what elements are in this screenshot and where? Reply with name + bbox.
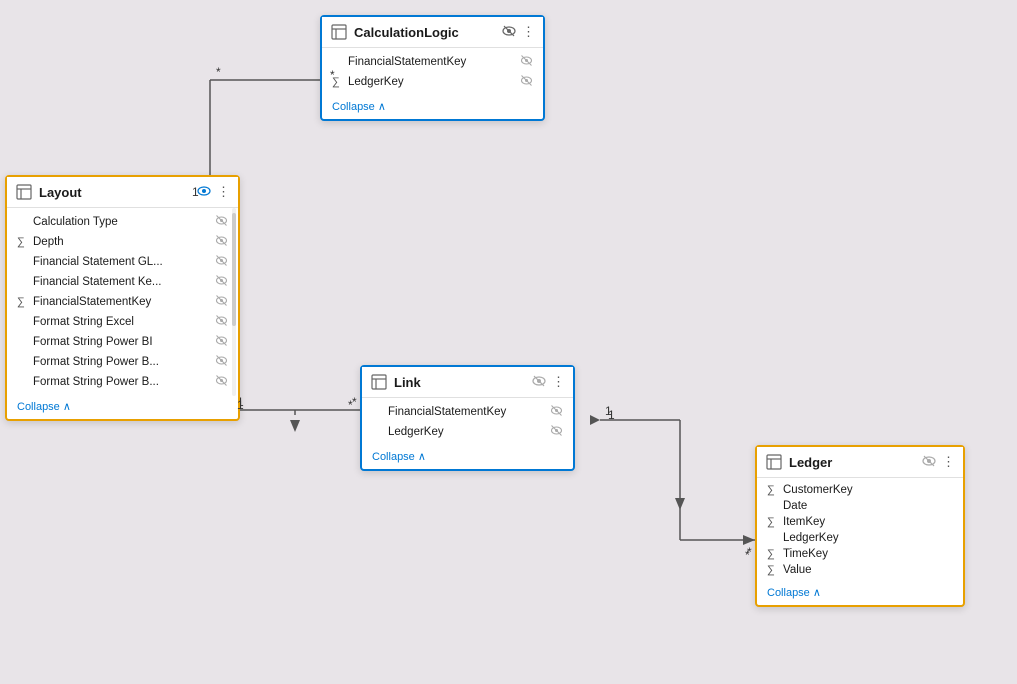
calculationlogic-header: CalculationLogic ⋮ (322, 17, 543, 48)
layout-collapse[interactable]: Collapse ∧ (7, 396, 238, 419)
table-row: FinancialStatementKey (362, 402, 573, 422)
visibility-icon (215, 374, 228, 390)
table-row: Format String Power BI (7, 332, 238, 352)
cardinality-many-2: * (348, 398, 353, 412)
svg-text:*: * (216, 65, 221, 79)
table-row: LedgerKey (362, 422, 573, 442)
table-row: ∑ TimeKey (757, 546, 963, 562)
table-layout: Layout ⋮ Calculation Type ∑ Depth Financ… (5, 175, 240, 421)
visibility-icon (215, 274, 228, 290)
visibility-icon (215, 334, 228, 350)
table-ledger: Ledger ⋮ ∑ CustomerKey Date ∑ ItemKey Le… (755, 445, 965, 607)
layout-header: Layout ⋮ (7, 177, 238, 208)
table-calculationlogic: CalculationLogic ⋮ FinancialStatementKey… (320, 15, 545, 121)
ledger-collapse[interactable]: Collapse ∧ (757, 582, 963, 605)
table-row: ∑ FinancialStatementKey (7, 292, 238, 312)
link-collapse[interactable]: Collapse ∧ (362, 446, 573, 469)
table-row: ∑ Value (757, 562, 963, 578)
table-row: Format String Power B... (7, 352, 238, 372)
table-row: ∑ LedgerKey (322, 72, 543, 92)
calculationlogic-icons: ⋮ (502, 24, 535, 41)
table-row: Date (757, 498, 963, 514)
table-row: Calculation Type (7, 212, 238, 232)
table-icon (15, 183, 33, 201)
more-icon[interactable]: ⋮ (942, 454, 955, 470)
table-row: ∑ Depth (7, 232, 238, 252)
visibility-icon (550, 404, 563, 420)
visibility-icon (215, 314, 228, 330)
visibility-icon (215, 214, 228, 230)
table-icon (765, 453, 783, 471)
more-icon[interactable]: ⋮ (522, 24, 535, 40)
link-body: FinancialStatementKey LedgerKey (362, 398, 573, 446)
table-row: Format String Excel (7, 312, 238, 332)
calculationlogic-body: FinancialStatementKey ∑ LedgerKey (322, 48, 543, 96)
table-row: Financial Statement Ke... (7, 272, 238, 292)
link-icons: ⋮ (532, 374, 565, 391)
table-row: LedgerKey (757, 530, 963, 546)
table-row: Financial Statement GL... (7, 252, 238, 272)
visibility-icon (520, 74, 533, 90)
eye-icon[interactable] (922, 454, 936, 471)
eye-icon[interactable] (197, 184, 211, 201)
ledger-icons: ⋮ (922, 454, 955, 471)
eye-icon[interactable] (502, 24, 516, 41)
visibility-icon (215, 234, 228, 250)
layout-title: Layout (39, 185, 191, 200)
visibility-icon (215, 254, 228, 270)
table-row: ∑ ItemKey (757, 514, 963, 530)
eye-icon[interactable] (532, 374, 546, 391)
more-icon[interactable]: ⋮ (552, 374, 565, 390)
visibility-icon (215, 354, 228, 370)
table-icon (370, 373, 388, 391)
cardinality-one-3: 1 (608, 408, 615, 422)
visibility-icon (215, 294, 228, 310)
layout-icons: ⋮ (197, 184, 230, 201)
calculationlogic-collapse[interactable]: Collapse ∧ (322, 96, 543, 119)
link-title: Link (394, 375, 526, 390)
calculationlogic-title: CalculationLogic (354, 25, 496, 40)
ledger-header: Ledger ⋮ (757, 447, 963, 478)
table-link: Link ⋮ FinancialStatementKey LedgerKey C… (360, 365, 575, 471)
cardinality-many-3: * (745, 548, 750, 562)
layout-body: Calculation Type ∑ Depth Financial State… (7, 208, 238, 396)
ledger-title: Ledger (789, 455, 916, 470)
table-row: FinancialStatementKey (322, 52, 543, 72)
table-row: Format String Power B... (7, 372, 238, 392)
table-icon (330, 23, 348, 41)
ledger-body: ∑ CustomerKey Date ∑ ItemKey LedgerKey ∑… (757, 478, 963, 582)
cardinality-one-1: 1 (192, 185, 199, 199)
cardinality-one-2: 1 (237, 398, 244, 412)
cardinality-many-1: * (330, 68, 335, 82)
link-header: Link ⋮ (362, 367, 573, 398)
table-row: ∑ CustomerKey (757, 482, 963, 498)
visibility-icon (520, 54, 533, 70)
visibility-icon (550, 424, 563, 440)
more-icon[interactable]: ⋮ (217, 184, 230, 200)
